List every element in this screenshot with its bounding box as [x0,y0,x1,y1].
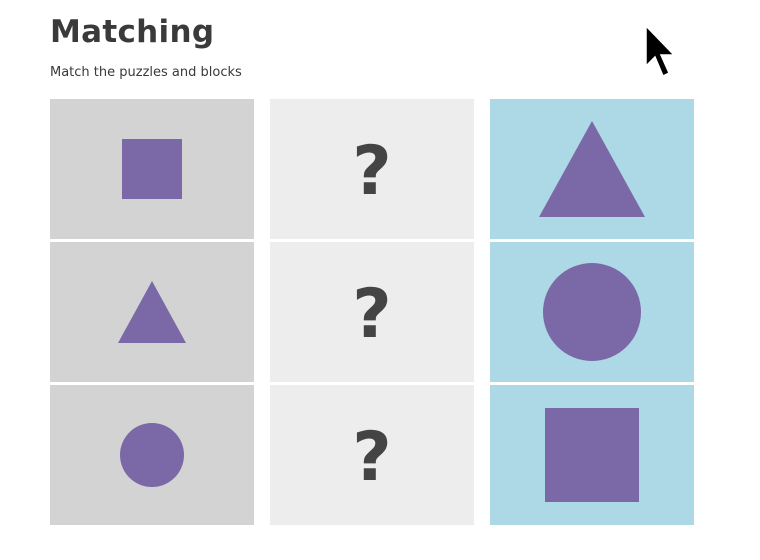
page-subtitle: Match the puzzles and blocks [50,65,242,80]
block-cell-3[interactable] [490,385,694,525]
block-cell-1[interactable] [490,99,694,239]
page-title: Matching [50,14,215,50]
answer-slot-3[interactable]: ? [270,385,474,525]
circle-icon [120,423,184,487]
puzzle-cell-1[interactable] [50,99,254,239]
square-icon [122,139,182,199]
puzzles-column [50,99,254,528]
circle-icon [543,263,641,361]
square-icon [545,408,639,502]
answers-column: ? ? ? [270,99,474,528]
answer-slot-2[interactable]: ? [270,242,474,382]
triangle-icon [118,281,186,343]
question-mark: ? [352,418,392,497]
puzzle-cell-3[interactable] [50,385,254,525]
question-mark: ? [352,132,392,211]
blocks-column [490,99,694,528]
question-mark: ? [352,275,392,354]
mouse-cursor-icon [645,24,676,78]
puzzle-cell-2[interactable] [50,242,254,382]
block-cell-2[interactable] [490,242,694,382]
answer-slot-1[interactable]: ? [270,99,474,239]
triangle-icon [539,121,645,217]
